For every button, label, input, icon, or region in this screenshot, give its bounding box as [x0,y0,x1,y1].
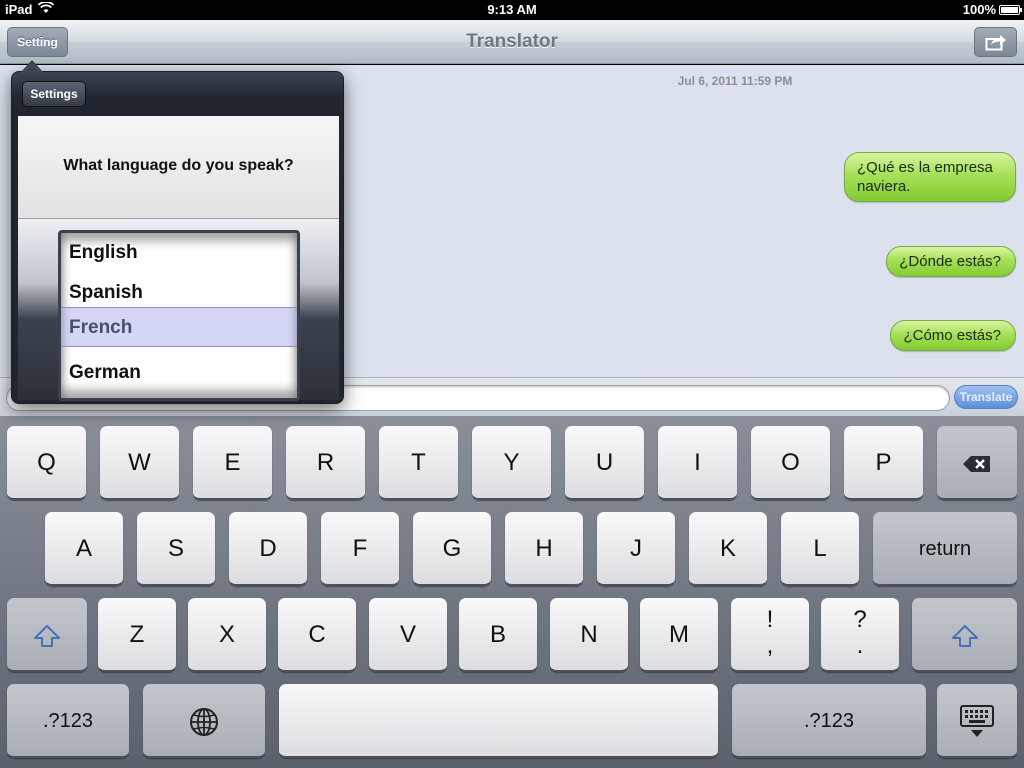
key-q[interactable]: Q [7,426,86,500]
numbers-key-left[interactable]: .?123 [7,684,129,758]
picker-wheel[interactable]: English Spanish French German [58,230,300,401]
share-icon [985,35,1006,51]
key-m[interactable]: M [640,598,718,672]
delete-icon [963,455,990,472]
key-y[interactable]: Y [472,426,551,500]
status-time: 9:13 AM [487,2,537,17]
shift-icon [951,624,978,647]
message-bubble[interactable]: ¿Dónde estás? [886,246,1016,277]
popover-arrow [20,60,44,73]
key-label-top: ? [853,606,867,633]
key-l[interactable]: L [781,512,859,586]
key-r[interactable]: R [286,426,365,500]
picker-option-english[interactable]: English [61,233,297,273]
key-question-period[interactable]: ? . [821,598,899,672]
navigation-bar: Setting Translator [0,20,1024,64]
settings-button[interactable]: Settings [22,81,86,107]
space-key[interactable] [279,684,718,758]
key-b[interactable]: B [459,598,537,672]
shift-key-left[interactable] [7,598,87,672]
picker-option-french[interactable]: French [61,307,297,347]
key-h[interactable]: H [505,512,583,586]
message-bubble[interactable]: ¿Cómo estás? [890,320,1016,351]
key-e[interactable]: E [193,426,272,500]
battery-icon [999,5,1022,15]
key-a[interactable]: A [45,512,123,586]
key-f[interactable]: F [321,512,399,586]
language-picker: English Spanish French German [18,218,339,401]
key-w[interactable]: W [100,426,179,500]
key-t[interactable]: T [379,426,458,500]
key-n[interactable]: N [550,598,628,672]
language-question: What language do you speak? [63,157,294,174]
key-label-bottom: , [766,632,774,659]
globe-key[interactable] [143,684,265,758]
key-z[interactable]: Z [98,598,176,672]
key-d[interactable]: D [229,512,307,586]
key-k[interactable]: K [689,512,767,586]
key-v[interactable]: V [369,598,447,672]
shift-icon [34,624,60,647]
question-panel: What language do you speak? [18,116,339,218]
page-title: Translator [466,31,558,52]
key-j[interactable]: J [597,512,675,586]
translate-button[interactable]: Translate [954,385,1018,409]
key-x[interactable]: X [188,598,266,672]
shift-key-right[interactable] [912,598,1017,672]
hide-keyboard-icon [960,704,994,737]
share-button[interactable] [974,27,1017,57]
return-key[interactable]: return [873,512,1017,586]
key-i[interactable]: I [658,426,737,500]
key-u[interactable]: U [565,426,644,500]
hide-keyboard-key[interactable] [937,684,1017,758]
key-p[interactable]: P [844,426,923,500]
message-bubble[interactable]: ¿Qué es la empresa naviera. [844,152,1016,202]
battery-percent: 100% [962,2,996,17]
key-label-top: ! [766,606,774,633]
key-s[interactable]: S [137,512,215,586]
delete-key[interactable] [937,426,1017,500]
key-g[interactable]: G [413,512,491,586]
key-c[interactable]: C [278,598,356,672]
key-exclamation-comma[interactable]: ! , [731,598,809,672]
globe-icon [190,707,218,736]
message-timestamp: Jul 6, 2011 11:59 PM [677,74,793,88]
picker-option-german[interactable]: German [61,353,297,393]
settings-popover: Settings What language do you speak? Eng… [11,60,344,404]
numbers-key-right[interactable]: .?123 [732,684,926,758]
key-label-bottom: . [856,632,864,659]
status-bar: iPad 9:13 AM 100% [0,0,1024,20]
keyboard: Q W E R T Y U I O P A S D F G H J K L re… [0,416,1024,768]
key-o[interactable]: O [751,426,830,500]
